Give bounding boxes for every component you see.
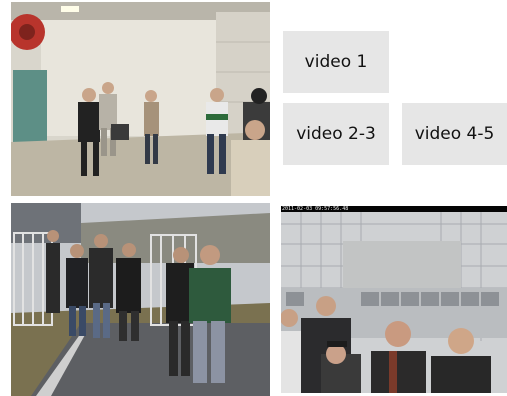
indoor-scene-image: [11, 2, 270, 196]
outdoor-walk-scene-image: [11, 203, 270, 396]
video-4-5-button[interactable]: video 4-5: [402, 103, 507, 165]
faces-scene-image: [281, 206, 507, 393]
video-thumbnail-indoor[interactable]: [11, 2, 270, 196]
video-2-3-button[interactable]: video 2-3: [283, 103, 389, 165]
video-thumbnail-outdoor-walk[interactable]: [11, 203, 270, 396]
video-thumbnail-faces[interactable]: 2011-02-03 09:57:56.48: [281, 206, 507, 393]
video-timestamp: 2011-02-03 09:57:56.48: [282, 206, 349, 212]
video-1-button[interactable]: video 1: [283, 31, 389, 93]
